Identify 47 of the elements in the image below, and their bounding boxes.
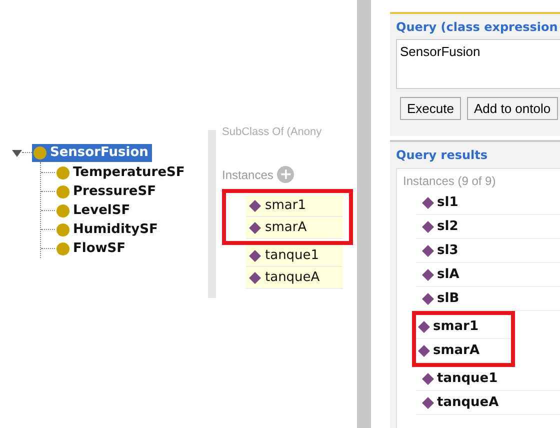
section-heading: Instances <box>222 168 274 182</box>
result-item[interactable]: sl1 <box>416 191 560 215</box>
panel-title: Query results <box>396 148 489 162</box>
individual-diamond-icon <box>422 292 434 304</box>
tree-item[interactable]: SensorFusion <box>32 144 152 162</box>
tree-item[interactable]: TemperatureSF <box>55 164 189 182</box>
class-circle-icon <box>56 204 70 218</box>
individual-diamond-icon <box>249 200 261 212</box>
instance-item[interactable]: smar1 <box>246 195 343 217</box>
result-item[interactable]: tanque1 <box>416 367 560 391</box>
individual-diamond-icon <box>422 196 434 208</box>
class-circle-icon <box>56 184 70 198</box>
individual-diamond-icon <box>249 272 261 284</box>
section-heading: SubClass Of (Anony <box>222 126 323 138</box>
individual-diamond-icon <box>422 268 434 280</box>
individual-diamond-icon <box>422 244 434 256</box>
panel-title: Query (class expression <box>396 20 559 34</box>
result-item[interactable]: slA <box>416 263 560 287</box>
class-circle-icon <box>33 146 47 160</box>
individual-diamond-icon <box>418 344 430 356</box>
tree-item[interactable]: FlowSF <box>55 240 130 258</box>
results-heading: Instances (9 of 9) <box>402 174 497 188</box>
result-item[interactable]: smarA <box>416 339 511 363</box>
individual-diamond-icon <box>422 396 434 408</box>
result-item[interactable]: tanqueA <box>416 391 560 415</box>
instance-item[interactable]: smarA <box>246 217 343 239</box>
tree-item[interactable]: LevelSF <box>55 202 134 220</box>
individual-diamond-icon <box>249 250 261 262</box>
instance-item[interactable]: tanqueA <box>246 267 343 289</box>
result-item[interactable]: slB <box>416 287 560 311</box>
result-item[interactable]: sl3 <box>416 239 560 263</box>
individual-diamond-icon <box>422 372 434 384</box>
result-item[interactable]: smar1 <box>416 315 511 339</box>
class-circle-icon <box>56 166 70 180</box>
expand-arrow-icon[interactable] <box>12 148 22 158</box>
instance-item[interactable]: tanque1 <box>246 245 343 267</box>
tree-item[interactable]: PressureSF <box>55 182 160 200</box>
individual-diamond-icon <box>418 320 430 332</box>
class-circle-icon <box>56 242 70 256</box>
class-circle-icon <box>56 222 70 236</box>
query-button[interactable]: Add to ontolo <box>466 97 558 120</box>
query-button[interactable]: Execute <box>400 97 461 120</box>
result-item[interactable]: sl2 <box>416 215 560 239</box>
query-field[interactable]: SensorFusion <box>396 39 560 89</box>
individual-diamond-icon <box>422 220 434 232</box>
tree-item[interactable]: HumiditySF <box>55 220 162 238</box>
individual-diamond-icon <box>249 222 261 234</box>
